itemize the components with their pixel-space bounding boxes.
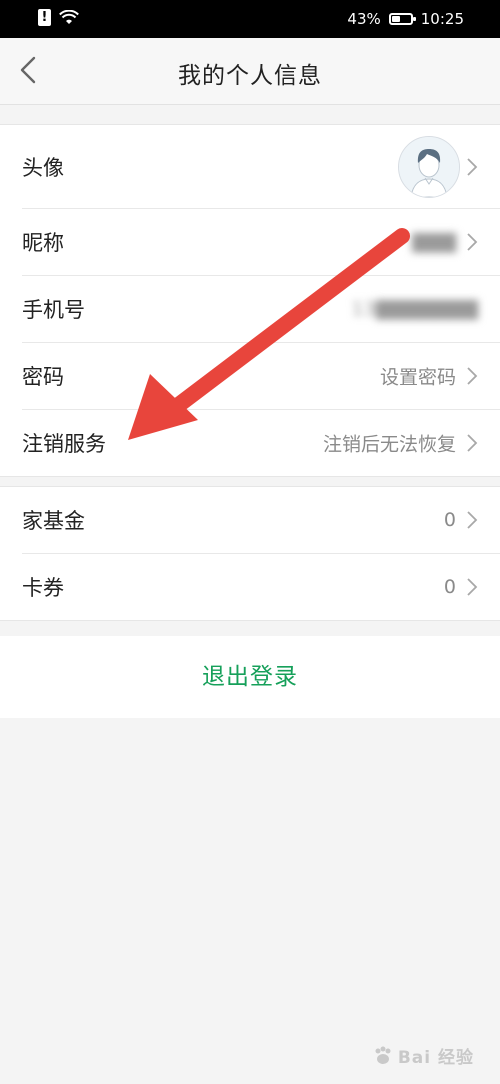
row-label: 手机号 bbox=[22, 298, 85, 322]
row-family-fund[interactable]: 家基金 0 bbox=[22, 487, 500, 554]
alert-icon: ! bbox=[38, 9, 51, 26]
logout-label: 退出登录 bbox=[202, 664, 298, 690]
watermark-text: Bai 经验 bbox=[397, 1048, 474, 1068]
assets-group: 家基金 0 卡券 0 bbox=[0, 486, 500, 621]
row-avatar[interactable]: 头像 bbox=[22, 125, 500, 209]
row-label: 家基金 bbox=[22, 509, 85, 533]
password-value: 设置密码 bbox=[379, 366, 456, 389]
row-label: 注销服务 bbox=[22, 432, 106, 456]
profile-group: 头像 昵称 ▇▇▇ 手机号 13▇▇▇▇▇▇▇ 密码 设置密码 注销服务 注销后… bbox=[0, 124, 500, 477]
logout-button[interactable]: 退出登录 bbox=[0, 636, 500, 718]
wifi-icon bbox=[59, 9, 79, 24]
row-label: 卡券 bbox=[22, 576, 64, 600]
battery-icon bbox=[388, 13, 416, 25]
row-coupons[interactable]: 卡券 0 bbox=[22, 554, 500, 620]
battery-percent: 43% bbox=[347, 10, 381, 28]
cancellation-value: 注销后无法恢复 bbox=[322, 433, 456, 456]
chevron-right-icon bbox=[467, 511, 478, 529]
status-time: 10:25 bbox=[420, 10, 464, 28]
row-label: 密码 bbox=[22, 365, 64, 389]
watermark: Bai 经验 bbox=[372, 1043, 474, 1068]
chevron-right-icon bbox=[467, 578, 478, 596]
status-bar: ! 43% 10:25 bbox=[0, 0, 500, 38]
phone-value: 13▇▇▇▇▇▇▇ bbox=[351, 298, 478, 320]
chevron-right-icon bbox=[467, 157, 478, 176]
nav-bar: 我的个人信息 bbox=[0, 38, 500, 105]
paw-logo-icon bbox=[375, 1046, 391, 1064]
page-title: 我的个人信息 bbox=[178, 63, 322, 89]
family-fund-value: 0 bbox=[443, 509, 456, 531]
row-phone[interactable]: 手机号 13▇▇▇▇▇▇▇ bbox=[22, 276, 500, 343]
row-label: 头像 bbox=[22, 155, 64, 180]
chevron-right-icon bbox=[467, 233, 478, 251]
row-nickname[interactable]: 昵称 ▇▇▇ bbox=[22, 209, 500, 276]
chevron-right-icon bbox=[467, 367, 478, 385]
row-password[interactable]: 密码 设置密码 bbox=[22, 343, 500, 410]
row-label: 昵称 bbox=[22, 231, 64, 255]
chevron-right-icon bbox=[467, 434, 478, 452]
avatar[interactable] bbox=[398, 135, 460, 198]
row-account-cancellation[interactable]: 注销服务 注销后无法恢复 bbox=[22, 410, 500, 476]
coupons-value: 0 bbox=[443, 576, 456, 598]
nickname-value: ▇▇▇ bbox=[412, 231, 456, 253]
avatar-placeholder-icon bbox=[399, 136, 459, 197]
